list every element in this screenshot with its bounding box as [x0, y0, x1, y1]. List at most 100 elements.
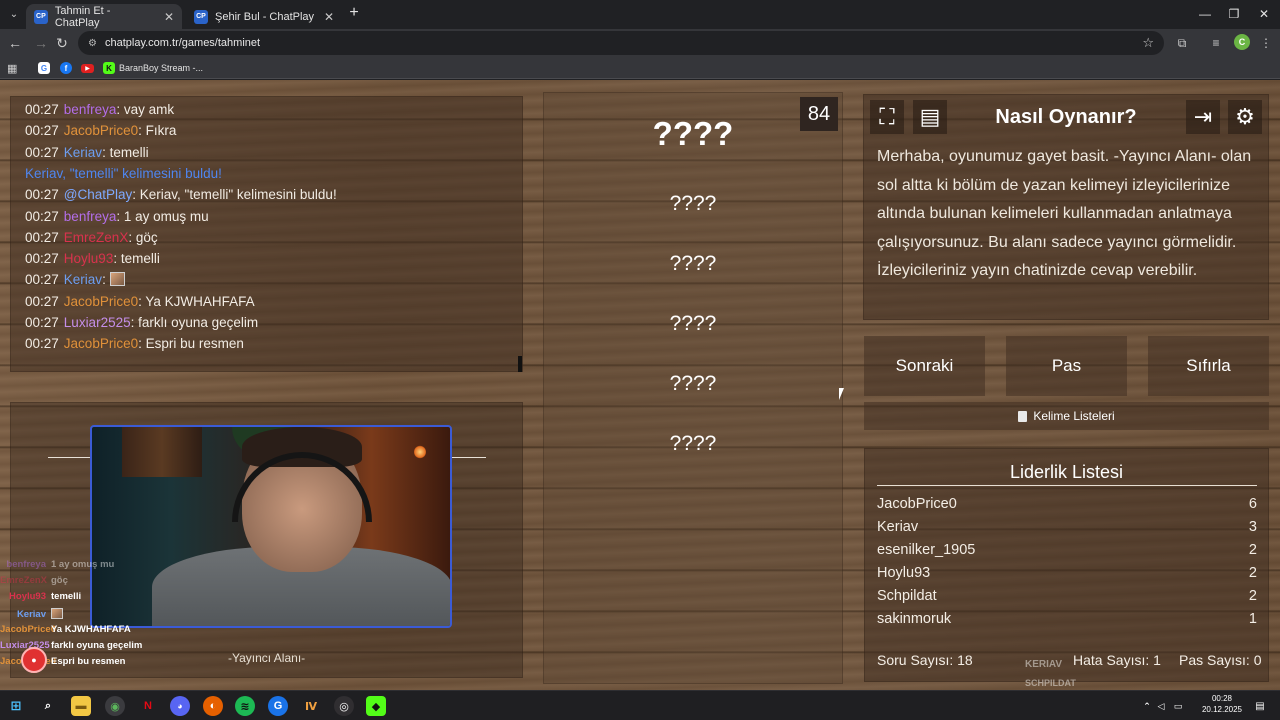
- overlay-text: göç: [51, 575, 68, 587]
- chat-timestamp: 00:27: [25, 123, 59, 139]
- chat-message: 00:27 benfreya: 1 ay omuş mu: [25, 209, 209, 224]
- chat-username[interactable]: benfreya: [64, 102, 117, 117]
- divider: [877, 485, 1257, 486]
- chat-username[interactable]: JacobPrice0: [64, 336, 138, 351]
- leaderboard-name: JacobPrice0: [877, 496, 957, 512]
- forward-button[interactable]: →: [31, 33, 51, 53]
- overlay-username: benfreya: [6, 559, 46, 570]
- chat-text: : temelli: [102, 144, 149, 160]
- close-window-button[interactable]: ✕: [1249, 4, 1279, 24]
- chat-username[interactable]: JacobPrice0: [64, 123, 138, 138]
- reload-button[interactable]: ↻: [52, 33, 72, 53]
- chat-username[interactable]: @ChatPlay: [64, 187, 132, 202]
- spotify-icon[interactable]: ≋: [235, 696, 255, 716]
- back-button[interactable]: ←: [5, 33, 25, 53]
- chatplay-favicon-icon: CP: [194, 9, 208, 24]
- network-icon[interactable]: ▭: [1168, 696, 1188, 716]
- chat-message: 00:27 Keriav: temelli: [25, 145, 149, 160]
- bookmark-facebook[interactable]: f: [60, 60, 72, 76]
- overlay-chat-message: JacobPrice0Ya KJWHAHFAFA: [0, 624, 131, 635]
- apps-icon[interactable]: ▦: [7, 60, 17, 76]
- close-tab-icon[interactable]: ✕: [164, 10, 174, 24]
- chat-timestamp: 00:27: [25, 208, 59, 224]
- chat-text: : farklı oyuna geçelim: [130, 315, 259, 330]
- new-tab-button[interactable]: +: [345, 5, 363, 23]
- word-lists-button[interactable]: Kelime Listeleri: [864, 402, 1269, 430]
- firefox-icon[interactable]: ◐: [203, 696, 223, 716]
- menu-icon[interactable]: ⋮: [1256, 33, 1276, 53]
- chat-username[interactable]: EmreZenX: [64, 230, 129, 245]
- tab-search-icon[interactable]: ⌄: [5, 5, 23, 23]
- file-explorer-icon[interactable]: ▬: [71, 696, 91, 716]
- chat-text: : Ya KJWHAHFAFA: [138, 293, 255, 309]
- chrome-icon[interactable]: ◉: [105, 696, 125, 716]
- chat-username[interactable]: Hoylu93: [64, 251, 114, 266]
- next-button[interactable]: Sonraki: [864, 336, 985, 396]
- overlay-chat-message: Luxiar2525farklı oyuna geçelim: [0, 640, 142, 651]
- chat-username[interactable]: Luxiar2525: [64, 315, 131, 330]
- leaderboard-row: Schpildat 2: [877, 588, 1257, 604]
- chat-username[interactable]: benfreya: [64, 209, 117, 224]
- leaderboard-score: 2: [1248, 542, 1257, 558]
- exit-icon[interactable]: ⇥: [1186, 100, 1220, 134]
- obs-icon[interactable]: ◎: [334, 696, 354, 716]
- chat-message: 00:27 JacobPrice0: Ya KJWHAHFAFA: [25, 294, 255, 309]
- chat-message: 00:27 EmreZenX: göç: [25, 230, 158, 245]
- bookmark-youtube[interactable]: ▶: [81, 60, 94, 76]
- restore-button[interactable]: ❐: [1219, 4, 1249, 24]
- bookmark-kick[interactable]: K BaranBoy Stream -...: [103, 60, 203, 76]
- pass-button[interactable]: Pas: [1006, 336, 1127, 396]
- browser-app-icon[interactable]: G: [268, 696, 288, 716]
- chat-text: :: [102, 272, 106, 288]
- search-icon[interactable]: ⌕: [38, 696, 58, 716]
- leaderboard-name: esenilker_1905: [877, 542, 976, 558]
- forbidden-word: ????: [669, 372, 717, 395]
- overlay-text: Espri bu resmen: [51, 656, 126, 668]
- system-clock[interactable]: 00:28 20.12.2025: [1198, 693, 1246, 715]
- site-info-icon[interactable]: ⚙: [88, 38, 97, 49]
- chat-username[interactable]: JacobPrice0: [64, 294, 138, 309]
- app-icon[interactable]: ◆: [366, 696, 386, 716]
- bookmarks-bar: ▦ G f ▶ K BaranBoy Stream -...: [0, 57, 1280, 79]
- leaderboard-score: 1: [1248, 611, 1257, 627]
- profile-avatar[interactable]: C: [1234, 34, 1250, 50]
- chat-scrollbar[interactable]: [518, 356, 522, 372]
- windows-start-icon[interactable]: ⊞: [6, 696, 26, 716]
- gear-icon[interactable]: ⚙: [1228, 100, 1262, 134]
- target-word: ????: [652, 115, 734, 152]
- overlay-ghost-text: KERIAV: [1025, 659, 1063, 670]
- bookmark-google[interactable]: G: [38, 60, 50, 76]
- chat-timestamp: 00:27: [25, 272, 59, 288]
- leaderboard-row: esenilker_1905 2: [877, 542, 1257, 558]
- overlay-username: Hoylu93: [9, 591, 46, 603]
- overlay-chat-message: benfreya 1 ay omuş mu: [0, 559, 114, 570]
- notification-icon[interactable]: ▤: [1250, 696, 1270, 716]
- emote-image-icon: [109, 272, 125, 287]
- extensions-icon[interactable]: ⧉: [1172, 33, 1192, 53]
- bookmark-star-icon[interactable]: ☆: [1142, 35, 1154, 51]
- discord-icon[interactable]: ◕: [170, 696, 190, 716]
- leaderboard-name: Hoylu93: [877, 565, 931, 581]
- minimize-button[interactable]: —: [1190, 4, 1220, 24]
- leaderboard-row: sakinmoruk 1: [877, 611, 1257, 627]
- question-count: Soru Sayısı: 18: [877, 652, 973, 668]
- netflix-icon[interactable]: N: [138, 696, 158, 716]
- close-tab-icon[interactable]: ✕: [324, 10, 334, 24]
- leaderboard-title: Liderlik Listesi: [1009, 462, 1124, 482]
- chat-timestamp: 00:27: [25, 187, 59, 203]
- pass-count: Pas Sayısı: 0: [1179, 652, 1262, 668]
- clock-time: 00:28: [1211, 694, 1233, 703]
- media-controls-icon[interactable]: ≡: [1206, 33, 1226, 53]
- chat-text: : Fıkra: [138, 123, 177, 139]
- leaderboard-row: JacobPrice0 6: [877, 496, 1257, 512]
- app-icon[interactable]: Ⅳ: [301, 696, 321, 716]
- reset-button[interactable]: Sıfırla: [1148, 336, 1269, 396]
- chat-username[interactable]: Keriav: [64, 145, 102, 160]
- tab-tahmin-et[interactable]: CP Tahmin Et - ChatPlay ✕: [26, 4, 182, 29]
- overlay-text: temelli: [51, 591, 82, 603]
- address-bar[interactable]: ⚙ chatplay.com.tr/games/tahminet ☆: [78, 31, 1164, 55]
- chat-username[interactable]: Keriav, "temelli" kelimesini buldu!: [25, 166, 222, 181]
- tab-sehir-bul[interactable]: CP Şehir Bul - ChatPlay ✕: [186, 4, 342, 29]
- tab-title: Tahmin Et - ChatPlay: [54, 4, 111, 29]
- chat-username[interactable]: Keriav: [64, 272, 102, 287]
